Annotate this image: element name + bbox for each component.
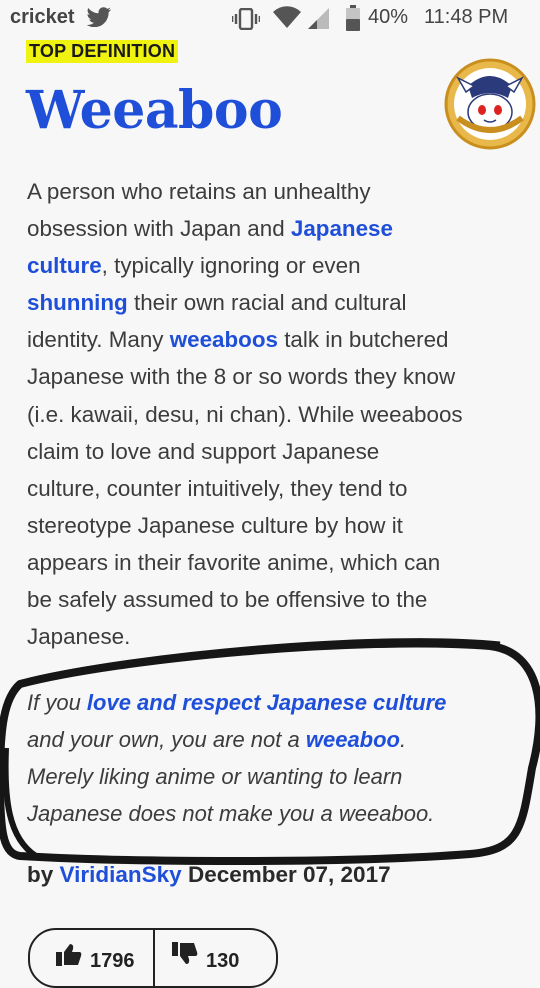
author-prefix: by — [27, 862, 54, 887]
battery-percent: 40% — [368, 6, 409, 28]
text-segment: and your own, you are not a — [27, 727, 306, 752]
text-segment: , typically ignoring or even — [101, 253, 361, 279]
wifi-icon — [273, 6, 301, 28]
meaning-line: shunning their own racial and cultural — [27, 284, 517, 321]
meaning-line: culture, typically ignoring or even — [27, 247, 517, 284]
author-link[interactable]: ViridianSky — [60, 862, 182, 887]
meaning-line: Japanese with the 8 or so words they kno… — [27, 358, 517, 395]
text-segment: be safely assumed to be offensive to the — [27, 587, 428, 613]
text-segment: Japanese. — [27, 624, 131, 650]
definition-link[interactable]: weeaboo — [306, 727, 400, 752]
text-segment: Japanese does not make you a weeaboo. — [27, 801, 435, 826]
definition-meaning: A person who retains an unhealthy obsessi… — [27, 173, 517, 655]
text-segment: obsession with Japan and — [27, 216, 291, 242]
text-segment: identity. Many — [27, 327, 170, 353]
definition-link[interactable]: shunning — [27, 290, 128, 315]
meaning-line: stereotype Japanese culture by how it — [27, 507, 517, 544]
meaning-line: obsession with Japan and Japanese — [27, 210, 517, 247]
meaning-line: be safely assumed to be offensive to the — [27, 581, 517, 618]
author-avatar[interactable] — [444, 58, 536, 150]
definition-link[interactable]: culture — [27, 253, 102, 278]
meaning-line: (i.e. kawaii, desu, ni chan). While weea… — [27, 396, 517, 433]
author-line: by ViridianSky December 07, 2017 — [27, 862, 391, 888]
text-segment: stereotype Japanese culture by how it — [27, 512, 403, 538]
text-segment: (i.e. kawaii, desu, ni chan). While weea… — [27, 401, 463, 427]
text-segment: If you — [27, 690, 87, 715]
thumbs-down-icon[interactable] — [172, 942, 198, 966]
text-segment: A person who retains an unhealthy — [27, 179, 371, 204]
carrier-name: cricket — [10, 6, 75, 28]
example-line: Merely liking anime or wanting to learn — [27, 758, 507, 795]
vote-buttons: 1796 130 — [28, 928, 278, 988]
example-line: Japanese does not make you a weeaboo. — [27, 795, 507, 832]
upvote-count[interactable]: 1796 — [90, 950, 135, 973]
top-definition-badge: TOP DEFINITION — [26, 40, 179, 63]
signal-icon — [308, 8, 329, 29]
meaning-line: Japanese. — [27, 618, 517, 655]
thumbs-up-icon[interactable] — [56, 942, 82, 966]
meaning-line: culture, counter intuitively, they tend … — [27, 470, 517, 507]
definition-link[interactable]: Japanese — [291, 216, 393, 241]
text-segment: talk in butchered — [277, 327, 449, 353]
example-line: and your own, you are not a weeaboo. — [27, 721, 507, 758]
text-segment: . — [400, 727, 407, 752]
definition-link[interactable]: weeaboos — [170, 327, 278, 352]
text-segment: claim to love and support Japanese — [27, 438, 380, 464]
vote-divider — [153, 930, 155, 986]
text-segment: appears in their favorite anime, which c… — [27, 549, 441, 575]
text-segment: their own racial and cultural — [127, 290, 407, 316]
text-segment: Merely liking anime or wanting to learn — [27, 764, 403, 789]
definition-word[interactable]: Weeaboo — [26, 80, 283, 141]
meaning-line: appears in their favorite anime, which c… — [27, 544, 517, 581]
definition-link[interactable]: love and respect Japanese culture — [87, 690, 447, 715]
twitter-icon — [86, 7, 111, 27]
meaning-line: A person who retains an unhealthy — [27, 173, 517, 210]
meaning-line: identity. Many weeaboos talk in butchere… — [27, 321, 517, 358]
definition-example: If you love and respect Japanese culture… — [27, 684, 507, 832]
downvote-count[interactable]: 130 — [206, 950, 239, 973]
battery-icon — [346, 5, 360, 31]
text-segment: culture, counter intuitively, they tend … — [27, 475, 408, 501]
example-line: If you love and respect Japanese culture — [27, 684, 507, 721]
clock: 11:48 PM — [424, 6, 509, 28]
vibrate-icon — [232, 8, 260, 30]
status-bar: cricket 40% 11:48 PM — [0, 0, 540, 40]
text-segment: Japanese with the 8 or so words they kno… — [27, 364, 456, 390]
definition-date: December 07, 2017 — [187, 862, 391, 887]
meaning-line: claim to love and support Japanese — [27, 433, 517, 470]
